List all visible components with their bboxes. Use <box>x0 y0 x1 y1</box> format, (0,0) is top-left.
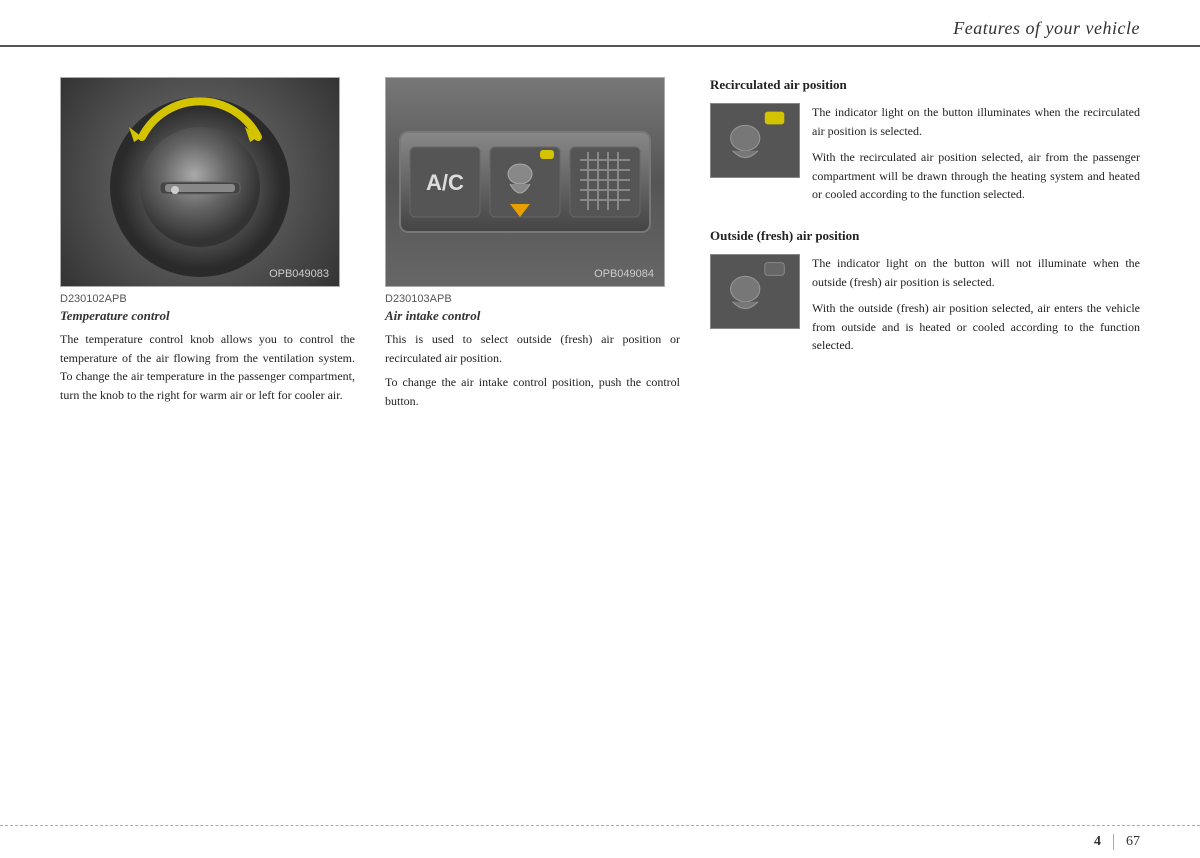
page: Features of your vehicle <box>0 0 1200 858</box>
section-code-2: D230103APB <box>385 293 680 305</box>
left-columns: OPB049083 D230102APB Temperature control… <box>60 77 680 410</box>
fresh-air-text2: With the outside (fresh) air position se… <box>812 299 1140 355</box>
recirculated-body: The indicator light on the button illumi… <box>710 103 1140 204</box>
fresh-air-text1: The indicator light on the button will n… <box>812 254 1140 291</box>
fresh-air-text-container: The indicator light on the button will n… <box>812 254 1140 355</box>
recirculated-air-section: Recirculated air position The <box>710 77 1140 204</box>
page-header: Features of your vehicle <box>0 0 1200 47</box>
recirculated-icon-svg <box>711 103 799 178</box>
section-title-2: Air intake control <box>385 308 680 324</box>
page-title: Features of your vehicle <box>953 18 1140 39</box>
page-footer: 4 67 <box>0 825 1200 858</box>
section-text-2b: To change the air intake control positio… <box>385 373 680 410</box>
recirculated-text-container: The indicator light on the button illumi… <box>812 103 1140 204</box>
fresh-air-icon-svg <box>711 254 799 329</box>
right-column: Recirculated air position The <box>710 77 1140 410</box>
opb-label-2: OPB049084 <box>594 268 654 280</box>
recirculated-title: Recirculated air position <box>710 77 1140 93</box>
recirculated-image <box>710 103 800 178</box>
temperature-control-section: OPB049083 D230102APB Temperature control… <box>60 77 355 410</box>
page-number-left: 4 <box>1094 834 1114 850</box>
page-number-right: 67 <box>1114 834 1140 850</box>
section-text-1: The temperature control knob allows you … <box>60 330 355 404</box>
ac-image: A/C <box>385 77 665 287</box>
recirculated-text1: The indicator light on the button illumi… <box>812 103 1140 140</box>
fresh-air-body: The indicator light on the button will n… <box>710 254 1140 355</box>
section-title-1: Temperature control <box>60 308 355 324</box>
main-content: OPB049083 D230102APB Temperature control… <box>0 47 1200 430</box>
page-numbers: 4 67 <box>1094 834 1140 850</box>
recirculated-text2: With the recirculated air position selec… <box>812 148 1140 204</box>
air-intake-section: A/C <box>385 77 680 410</box>
fresh-air-title: Outside (fresh) air position <box>710 228 1140 244</box>
section-code-1: D230102APB <box>60 293 355 305</box>
ac-panel-svg: A/C <box>395 122 655 242</box>
fresh-air-image <box>710 254 800 329</box>
fresh-air-section: Outside (fresh) air position T <box>710 228 1140 355</box>
svg-text:A/C: A/C <box>426 170 464 195</box>
section-text-2: This is used to select outside (fresh) a… <box>385 330 680 367</box>
knob-image: OPB049083 <box>60 77 340 287</box>
knob-svg <box>100 82 300 282</box>
opb-label-1: OPB049083 <box>269 268 329 280</box>
